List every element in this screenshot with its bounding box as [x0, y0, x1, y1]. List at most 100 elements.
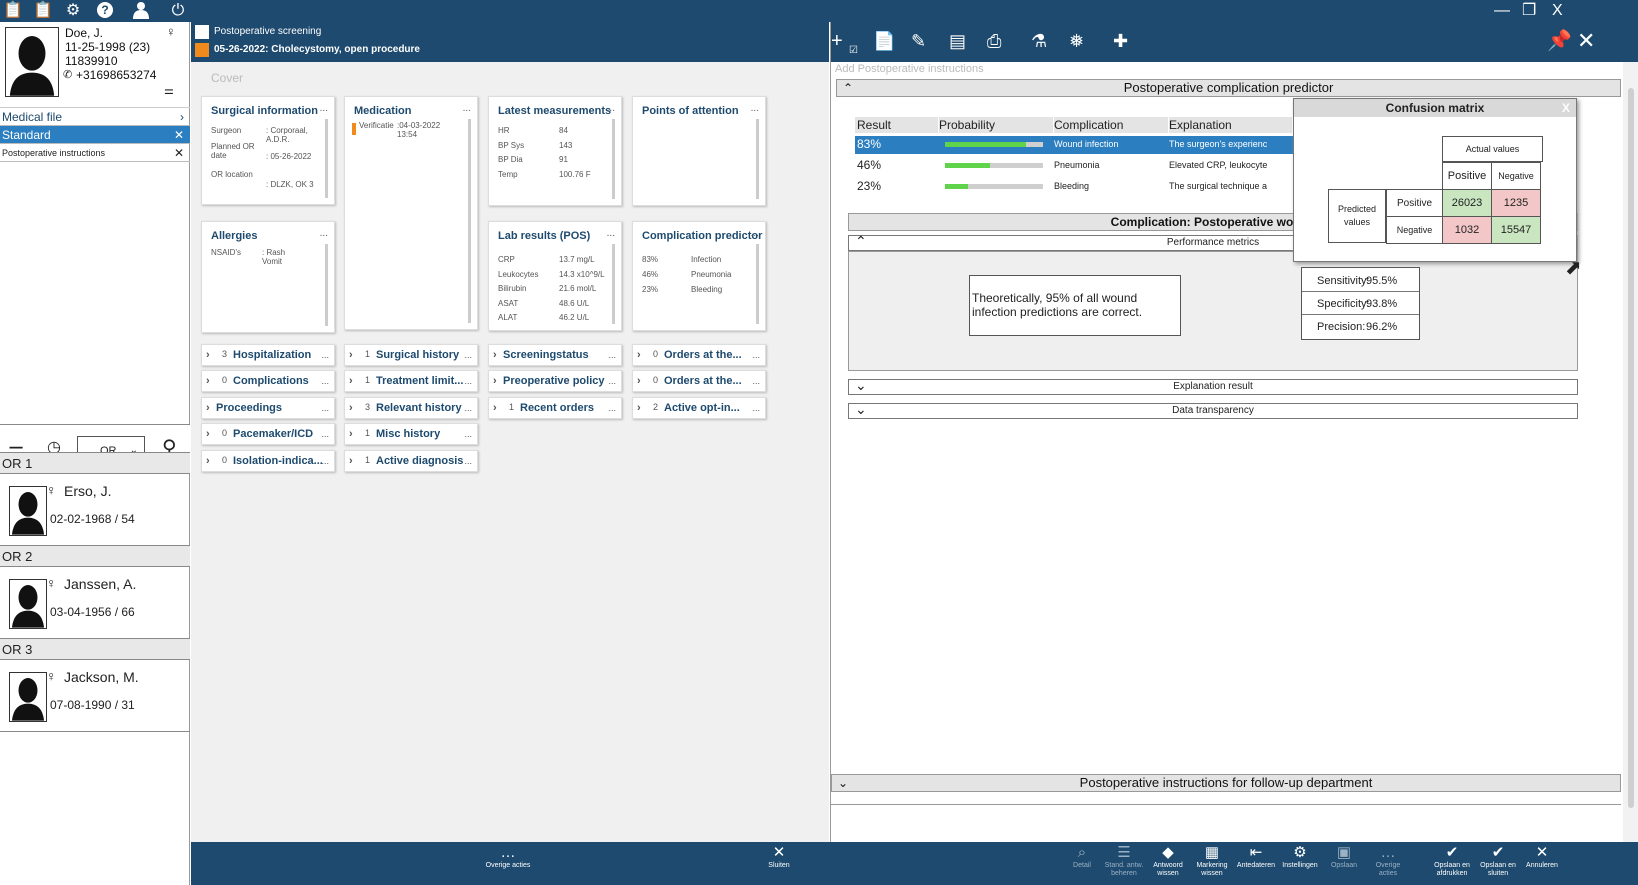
chip-screeningstatus[interactable]: › Screeningstatus...	[488, 344, 622, 366]
allergies-card[interactable]: Allergies... NSAID's: Rash Vomit	[201, 221, 335, 333]
more-icon[interactable]: ...	[752, 371, 760, 391]
measurements-card-scrollbar[interactable]	[612, 119, 615, 199]
lab-card-more-button[interactable]: ...	[607, 228, 615, 239]
complication-name[interactable]: Wound infection	[1054, 139, 1118, 149]
confusion-close-button[interactable]: X	[1562, 99, 1570, 117]
surgical-info-card[interactable]: Surgical information... Surgeon: Corporaa…	[201, 96, 335, 205]
save-close-button[interactable]: ✔ Opslaan en sluiten	[1477, 844, 1519, 878]
chip-orders-at-the-[interactable]: › 0 Orders at the......	[632, 344, 766, 366]
help-icon[interactable]: ?	[94, 1, 116, 21]
scrollbar-thumb[interactable]	[1628, 88, 1634, 808]
lab-icon[interactable]: ⚗	[1031, 28, 1047, 54]
more-icon[interactable]: ...	[608, 371, 616, 391]
close-window-button[interactable]: X	[1552, 0, 1563, 22]
gear-icon[interactable]: ⚙	[62, 1, 84, 21]
procedure-title[interactable]: 05-26-2022: Cholecystomy, open procedure	[214, 44, 420, 55]
menu-standard[interactable]: Standard ✕	[0, 126, 190, 144]
chevron-down-icon[interactable]: ☑	[849, 38, 858, 64]
complication-name[interactable]: Pneumonia	[1054, 160, 1100, 170]
clipboard-2-icon[interactable]: 📋	[32, 1, 54, 21]
document-icon[interactable]: 📄	[873, 28, 895, 54]
predictor-card[interactable]: Complication predictor... 83% Infection 46%…	[632, 221, 766, 331]
detail-button[interactable]: ⌕ Detail	[1061, 844, 1103, 870]
settings-button[interactable]: ⚙ Instellingen	[1279, 844, 1321, 870]
chip-complications[interactable]: › 0 Complications...	[201, 370, 335, 392]
explanation-result-header[interactable]: ⌄ Explanation result	[848, 378, 1578, 395]
chip-relevant-history[interactable]: › 3 Relevant history...	[344, 397, 478, 419]
user-icon[interactable]	[130, 1, 152, 21]
more-button[interactable]: … Overige acties	[1367, 844, 1409, 878]
chip-surgical-history[interactable]: › 1 Surgical history...	[344, 344, 478, 366]
close-icon[interactable]: ✕	[174, 144, 184, 162]
more-icon[interactable]: ...	[321, 451, 329, 471]
pin-icon[interactable]: 📌	[1547, 28, 1572, 54]
lab-card-scrollbar[interactable]	[612, 244, 615, 324]
measurements-card[interactable]: Latest measurements... HR 84 BP Sys 143 BP Di…	[488, 96, 622, 206]
screening-title[interactable]: Postoperative screening	[214, 26, 321, 37]
save-button[interactable]: ▣ Opslaan	[1323, 844, 1365, 870]
antedate-button[interactable]: ⇤ Antedateren	[1235, 844, 1277, 870]
medication-card-more-button[interactable]: ...	[463, 103, 471, 114]
add-instructions-placeholder[interactable]: Add Postoperative instructions	[835, 63, 984, 75]
allergies-card-scrollbar[interactable]	[325, 244, 328, 326]
add-icon[interactable]: +	[831, 28, 843, 54]
complication-name[interactable]: Bleeding	[1054, 181, 1089, 191]
more-icon[interactable]: ...	[464, 451, 472, 471]
pen-icon[interactable]: ✎	[911, 28, 926, 54]
more-icon[interactable]: ...	[752, 345, 760, 365]
restore-button[interactable]: ❐	[1522, 0, 1536, 22]
more-icon[interactable]: ...	[321, 371, 329, 391]
overige-acties-button[interactable]: … Overige acties	[483, 844, 533, 870]
chip-orders-at-the-[interactable]: › 0 Orders at the......	[632, 370, 766, 392]
virus-icon[interactable]: ❅	[1069, 28, 1084, 54]
power-icon[interactable]: ⏻	[167, 1, 189, 21]
save-print-button[interactable]: ✔ Opslaan en afdrukken	[1431, 844, 1473, 878]
medication-card-scrollbar[interactable]	[468, 119, 471, 323]
more-icon[interactable]: ...	[321, 345, 329, 365]
more-icon[interactable]: ...	[464, 371, 472, 391]
attention-card[interactable]: Points of attention...	[632, 96, 766, 206]
more-icon[interactable]: ...	[464, 398, 472, 418]
chip-proceedings[interactable]: › Proceedings...	[201, 397, 335, 419]
attention-card-more-button[interactable]: ...	[751, 103, 759, 114]
or-patient-name[interactable]: Jackson, M.	[64, 669, 139, 685]
scrollbar[interactable]	[1623, 62, 1638, 842]
predictor-card-more-button[interactable]: ...	[751, 228, 759, 239]
chip-isolation-indica-[interactable]: › 0 Isolation-indica......	[201, 450, 335, 472]
surgical-info-card-more-button[interactable]: ...	[320, 103, 328, 114]
close-icon[interactable]: ✕	[1577, 28, 1595, 54]
chip-misc-history[interactable]: › 1 Misc history...	[344, 423, 478, 445]
sluiten-button[interactable]: ✕ Sluiten	[754, 844, 804, 870]
more-icon[interactable]: ...	[608, 345, 616, 365]
followup-header[interactable]: ⌄ Postoperative instructions for follow-…	[831, 774, 1621, 792]
more-icon[interactable]: ...	[752, 398, 760, 418]
chip-preoperative-policy[interactable]: › Preoperative policy...	[488, 370, 622, 392]
menu-postop-instructions[interactable]: Postoperative instructions ✕	[0, 144, 190, 162]
close-icon[interactable]: ✕	[174, 126, 184, 144]
more-icon[interactable]: ...	[321, 424, 329, 444]
chip-pacemaker-icd[interactable]: › 0 Pacemaker/ICD...	[201, 423, 335, 445]
cancel-button[interactable]: ✕ Annuleren	[1521, 844, 1563, 870]
chip-treatment-limit-[interactable]: › 1 Treatment limit......	[344, 370, 478, 392]
eraser-button[interactable]: ◆ Antwoord wissen	[1147, 844, 1189, 878]
medication-card[interactable]: Medication... Verificatie:04-03-2022 13:5…	[344, 96, 478, 330]
measurements-card-more-button[interactable]: ...	[607, 103, 615, 114]
allergies-card-more-button[interactable]: ...	[320, 228, 328, 239]
chip-hospitalization[interactable]: › 3 Hospitalization...	[201, 344, 335, 366]
chip-active-diagnosis[interactable]: › 1 Active diagnosis...	[344, 450, 478, 472]
puzzle-icon[interactable]: ✚	[1113, 28, 1128, 54]
print-icon[interactable]: ⎙	[987, 28, 1001, 54]
minimize-button[interactable]: —	[1494, 0, 1510, 22]
predictor-header[interactable]: ⌃ Postoperative complication predictor	[836, 79, 1621, 97]
surgical-info-card-scrollbar[interactable]	[325, 119, 328, 198]
or-patient-name[interactable]: Janssen, A.	[64, 576, 136, 592]
clipboard-icon[interactable]: 📋	[2, 1, 24, 21]
data-transparency-header[interactable]: ⌄ Data transparency	[848, 402, 1578, 419]
list-button[interactable]: ☰ Stand. antw. beheren	[1103, 844, 1145, 878]
chip-active-opt-in-[interactable]: › 2 Active opt-in......	[632, 397, 766, 419]
more-icon[interactable]: ...	[321, 398, 329, 418]
more-icon[interactable]: ...	[464, 424, 472, 444]
or-patient-name[interactable]: Erso, J.	[64, 483, 111, 499]
lab-card[interactable]: Lab results (POS)... CRP 13.7 mg/L Leukocyt…	[488, 221, 622, 331]
chip-recent-orders[interactable]: › 1 Recent orders...	[488, 397, 622, 419]
